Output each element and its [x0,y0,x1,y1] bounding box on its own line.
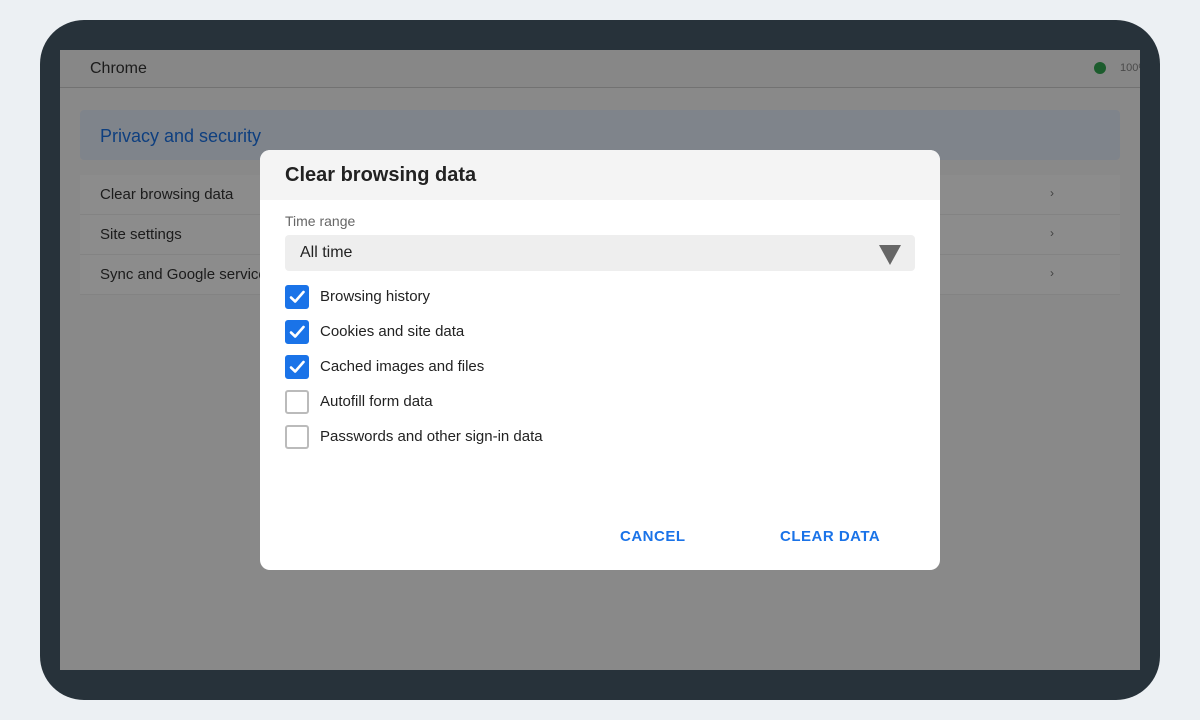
option-label: Passwords and other sign-in data [320,428,543,445]
cancel-button[interactable]: CANCEL [620,528,686,545]
dialog-header: Clear browsing data [260,150,940,200]
option-label: Browsing history [320,288,431,305]
checkbox-cookies[interactable] [285,320,309,344]
time-range-label: Time range [285,213,356,229]
checkmark-icon [289,290,305,303]
checkmark-icon [289,325,305,338]
screen: Chrome 100% Privacy and security Clear b… [60,50,1140,670]
option-label: Cached images and files [320,358,485,375]
clear-browsing-data-dialog: Clear browsing data Time range All time … [260,150,940,570]
option-passwords[interactable]: Passwords and other sign-in data [285,425,785,449]
checkbox-autofill[interactable] [285,390,309,414]
option-autofill[interactable]: Autofill form data [285,390,785,414]
dialog-title: Clear browsing data [285,164,477,186]
option-label: Autofill form data [320,393,433,410]
dropdown-arrow-icon [879,245,901,265]
checkbox-cached-images[interactable] [285,355,309,379]
checkbox-browsing-history[interactable] [285,285,309,309]
clear-data-button[interactable]: CLEAR DATA [780,528,880,545]
checkmark-icon [289,360,305,373]
checkbox-passwords[interactable] [285,425,309,449]
option-cached-images[interactable]: Cached images and files [285,355,785,379]
option-cookies[interactable]: Cookies and site data [285,320,785,344]
option-label: Cookies and site data [320,323,465,340]
option-browsing-history[interactable]: Browsing history [285,285,785,309]
time-range-value: All time [300,244,353,261]
time-range-select[interactable]: All time [285,235,915,271]
